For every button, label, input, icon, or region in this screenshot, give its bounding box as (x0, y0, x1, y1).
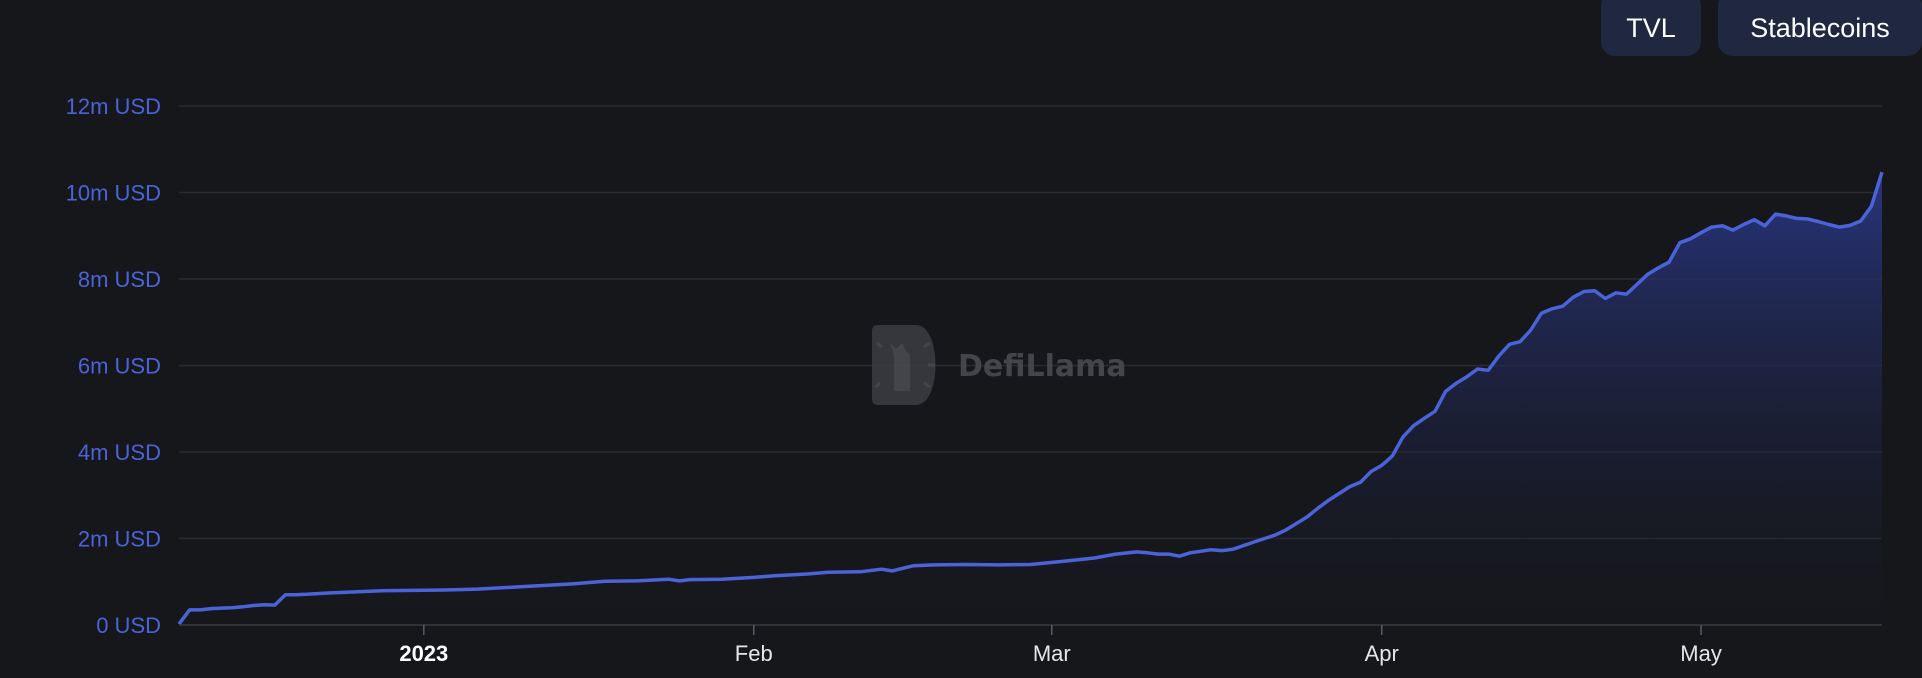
defillama-watermark: DefiLlama (872, 325, 1127, 405)
x-tick-label: Feb (735, 641, 773, 666)
x-axis: 2023 Feb Mar Apr May (399, 625, 1722, 666)
tvl-area-chart[interactable]: DefiLlama 0 USD 2m USD 4m USD 6m USD 8m USD 1… (0, 0, 1922, 678)
watermark-text: DefiLlama (958, 349, 1127, 384)
llama-logo-icon (872, 325, 936, 405)
y-tick-label: 10m USD (66, 181, 161, 206)
y-tick-label: 6m USD (78, 354, 161, 379)
x-tick-label: Apr (1365, 641, 1399, 666)
y-tick-label: 4m USD (78, 440, 161, 465)
y-tick-label: 8m USD (78, 267, 161, 292)
x-tick-label: 2023 (399, 641, 448, 666)
y-axis: 0 USD 2m USD 4m USD 6m USD 8m USD 10m USD 12m … (66, 94, 161, 638)
y-tick-label: 2m USD (78, 527, 161, 552)
y-tick-label: 0 USD (96, 613, 161, 638)
tvl-area-fill (179, 172, 1882, 625)
x-tick-label: May (1680, 641, 1722, 666)
y-tick-label: 12m USD (66, 94, 161, 119)
x-tick-label: Mar (1033, 641, 1071, 666)
chart-panel: TVL Stablecoins DefiLlama 0 USD 2m USD 4… (0, 0, 1922, 678)
